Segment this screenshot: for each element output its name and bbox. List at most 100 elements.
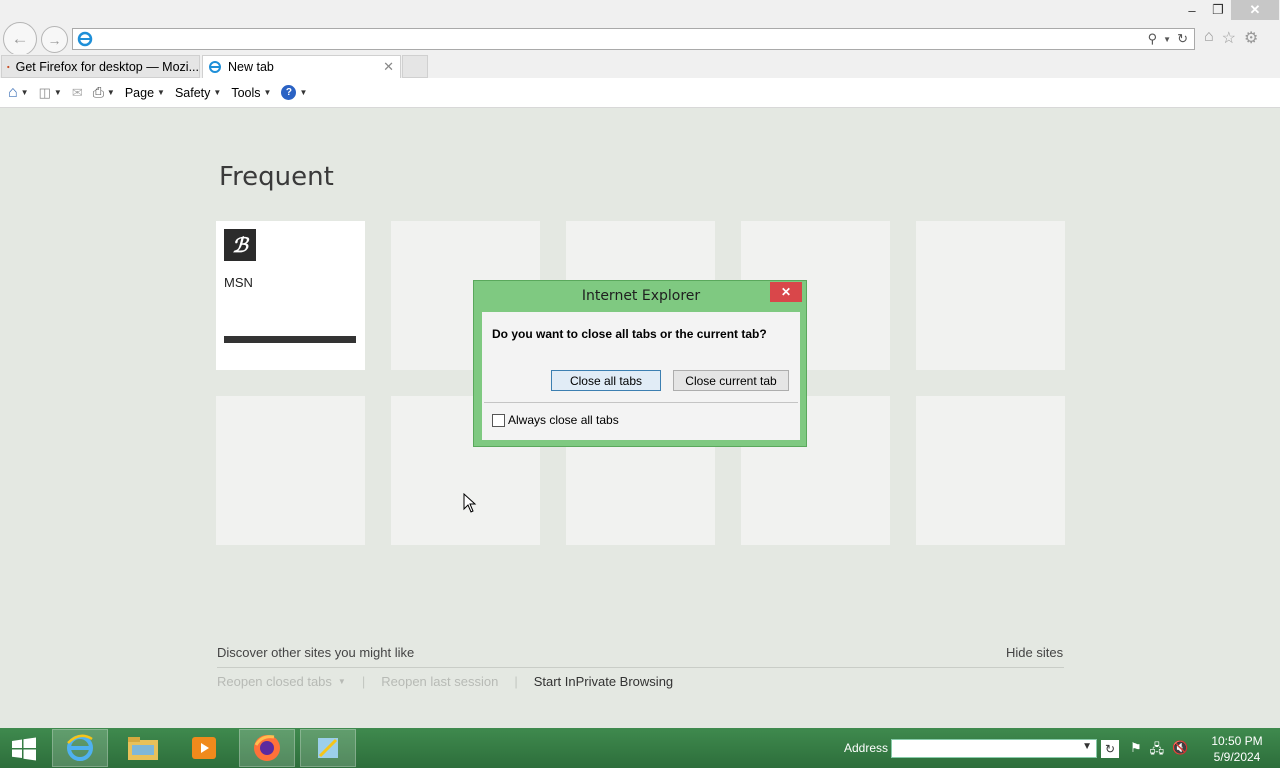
chevron-down-icon: ▼ bbox=[263, 88, 272, 97]
feeds-command[interactable]: ◫ ▼ bbox=[39, 85, 62, 101]
dialog-divider bbox=[484, 402, 798, 403]
address-input[interactable] bbox=[97, 30, 1137, 48]
minimize-button[interactable]: – bbox=[1180, 0, 1204, 20]
help-icon: ? bbox=[281, 85, 297, 100]
always-close-label: Always close all tabs bbox=[508, 413, 619, 427]
chevron-down-icon[interactable]: ▼ bbox=[1163, 35, 1171, 44]
close-window-button[interactable]: ✕ bbox=[1231, 0, 1279, 20]
document-app-icon bbox=[318, 738, 338, 758]
dialog-title: Internet Explorer bbox=[581, 288, 701, 304]
folder-icon bbox=[128, 737, 158, 760]
dialog-question: Do you want to close all tabs or the cur… bbox=[492, 327, 767, 341]
forward-arrow-icon: → bbox=[47, 31, 62, 48]
taskbar-explorer-button[interactable] bbox=[115, 729, 171, 767]
back-button[interactable]: ← bbox=[3, 22, 37, 56]
tab-close-icon[interactable]: ✕ bbox=[383, 59, 394, 75]
clock-date: 5/9/2024 bbox=[1213, 750, 1261, 764]
tab-firefox[interactable]: Get Firefox for desktop — Mozi... bbox=[1, 55, 200, 78]
tools-menu[interactable]: Tools ▼ bbox=[231, 86, 271, 100]
dialog-close-button[interactable]: ✕ bbox=[770, 282, 802, 302]
clock[interactable]: 10:50 PM 5/9/2024 bbox=[1200, 733, 1274, 765]
print-command[interactable]: ⎙ ▼ bbox=[93, 84, 115, 101]
mouse-cursor-icon bbox=[463, 493, 477, 513]
chevron-down-icon[interactable]: ▼ bbox=[107, 88, 115, 97]
mail-icon: ✉ bbox=[71, 84, 83, 100]
close-icon: ✕ bbox=[780, 285, 792, 299]
tools-menu-label: Tools bbox=[231, 85, 261, 100]
start-inprivate-link[interactable]: Start InPrivate Browsing bbox=[534, 674, 673, 689]
volume-muted-icon[interactable]: 🔇 bbox=[1172, 740, 1188, 762]
chevron-down-icon: ▼ bbox=[157, 88, 165, 97]
reopen-closed-tabs-link[interactable]: Reopen closed tabs bbox=[217, 674, 332, 689]
command-bar: ⌂ ▼ ◫ ▼ ✉ ⎙ ▼ Page ▼ Safety ▼ Tools ▼ ? ▼ bbox=[0, 78, 1280, 108]
firefox-icon bbox=[7, 65, 10, 68]
chevron-down-icon[interactable]: ▼ bbox=[21, 88, 29, 97]
taskbar-refresh-button[interactable]: ↻ bbox=[1101, 740, 1119, 758]
printer-icon: ⎙ bbox=[92, 84, 104, 100]
restore-button[interactable]: ❐ bbox=[1206, 0, 1230, 20]
page-menu[interactable]: Page ▼ bbox=[125, 86, 165, 100]
chevron-down-icon[interactable]: ▼ bbox=[1082, 741, 1092, 752]
tile-empty[interactable] bbox=[216, 396, 365, 545]
home-command[interactable]: ⌂ ▼ bbox=[8, 84, 29, 102]
tile-label: MSN bbox=[224, 275, 253, 290]
discover-sites-link[interactable]: Discover other sites you might like bbox=[217, 645, 414, 660]
home-icon[interactable]: ⌂ bbox=[1204, 28, 1214, 48]
refresh-icon: ↻ bbox=[1104, 742, 1116, 756]
media-player-icon bbox=[192, 737, 216, 759]
separator: | bbox=[514, 674, 518, 689]
forward-button[interactable]: → bbox=[41, 26, 68, 53]
gear-icon[interactable]: ⚙ bbox=[1244, 28, 1258, 48]
tile-msn[interactable]: ℬ MSN bbox=[216, 221, 365, 370]
frequent-heading: Frequent bbox=[219, 162, 334, 192]
back-arrow-icon: ← bbox=[11, 29, 29, 48]
ie-icon bbox=[67, 734, 93, 761]
safety-menu[interactable]: Safety ▼ bbox=[175, 86, 221, 100]
reopen-last-session-link[interactable]: Reopen last session bbox=[381, 674, 498, 689]
rss-feed-icon: ◫ bbox=[38, 84, 51, 100]
tab-new-tab[interactable]: New tab ✕ bbox=[202, 55, 401, 78]
address-bar[interactable]: ⚲ ▼ ↻ bbox=[72, 28, 1195, 50]
tile-activity-bar bbox=[224, 336, 356, 343]
msn-logo-icon: ℬ bbox=[224, 229, 256, 261]
taskbar-address-field[interactable]: ▼ bbox=[891, 739, 1097, 758]
browser-toolbar: – ❐ ✕ ← → ⚲ ▼ ↻ ⌂ ☆ ⚙ bbox=[0, 0, 1280, 56]
windows-start-icon[interactable] bbox=[10, 737, 38, 761]
safety-menu-label: Safety bbox=[174, 85, 211, 100]
search-icon[interactable]: ⚲ bbox=[1148, 31, 1158, 47]
close-current-tab-button[interactable]: Close current tab bbox=[673, 370, 789, 391]
hide-sites-link[interactable]: Hide sites bbox=[1006, 645, 1063, 660]
page-menu-label: Page bbox=[124, 85, 155, 100]
taskbar-app-button[interactable] bbox=[300, 729, 356, 767]
chevron-down-icon[interactable]: ▼ bbox=[54, 88, 62, 97]
tile-empty[interactable] bbox=[916, 221, 1065, 370]
new-tab-button[interactable] bbox=[402, 55, 428, 78]
taskbar-firefox-button[interactable] bbox=[239, 729, 295, 767]
tab-strip: Get Firefox for desktop — Mozi... New ta… bbox=[0, 54, 1280, 78]
flag-icon[interactable]: ⚑ bbox=[1130, 740, 1142, 762]
always-close-option[interactable]: Always close all tabs bbox=[492, 413, 619, 427]
ie-icon bbox=[77, 31, 93, 50]
system-tray: ⚑ 🖧 🔇 bbox=[1130, 740, 1188, 762]
close-all-tabs-button[interactable]: Close all tabs bbox=[551, 370, 661, 391]
refresh-icon[interactable]: ↻ bbox=[1177, 31, 1188, 47]
mail-command[interactable]: ✉ bbox=[72, 85, 83, 101]
chevron-down-icon: ▼ bbox=[337, 677, 346, 686]
divider bbox=[217, 667, 1064, 668]
chevron-down-icon: ▼ bbox=[299, 88, 308, 97]
favorites-star-icon[interactable]: ☆ bbox=[1222, 28, 1236, 48]
always-close-checkbox[interactable] bbox=[492, 413, 505, 427]
taskbar-address-input[interactable] bbox=[892, 740, 1072, 757]
tile-empty[interactable] bbox=[916, 396, 1065, 545]
taskbar-address-label: Address bbox=[844, 741, 889, 755]
help-menu[interactable]: ? ▼ bbox=[281, 85, 307, 100]
network-icon[interactable]: 🖧 bbox=[1150, 740, 1165, 762]
taskbar: Address ▼ ↻ ⚑ 🖧 🔇 10:50 PM 5/9/2024 bbox=[0, 728, 1280, 768]
ie-icon bbox=[209, 61, 221, 73]
taskbar-ie-button[interactable] bbox=[52, 729, 108, 767]
taskbar-media-button[interactable] bbox=[176, 729, 232, 767]
footer-links: Reopen closed tabs ▼ | Reopen last sessi… bbox=[217, 674, 673, 689]
separator: | bbox=[361, 674, 366, 689]
clock-time: 10:50 PM bbox=[1211, 734, 1263, 748]
chevron-down-icon: ▼ bbox=[213, 88, 222, 97]
